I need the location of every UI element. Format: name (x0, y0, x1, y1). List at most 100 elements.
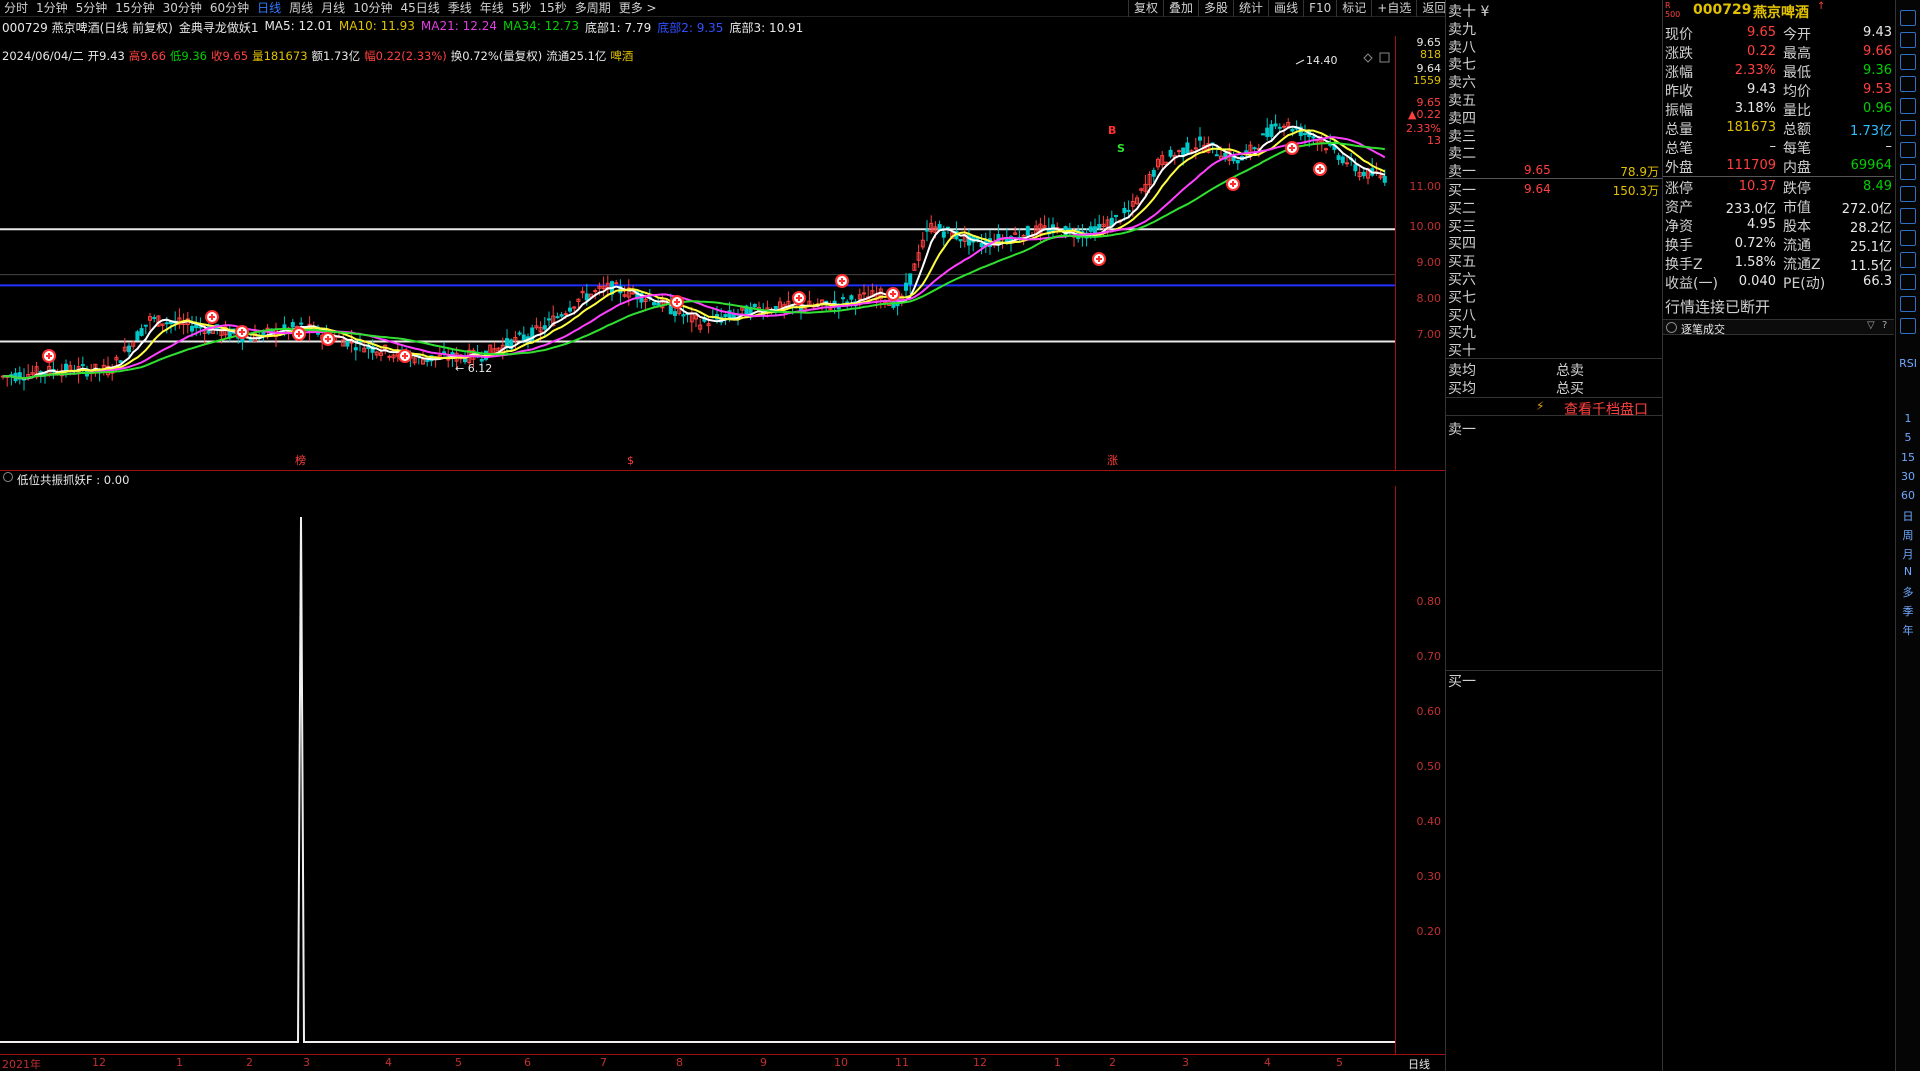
list-icon[interactable] (1900, 98, 1916, 114)
toolbar-action-button[interactable]: 统计 (1233, 0, 1268, 17)
window-icon[interactable] (1900, 164, 1916, 180)
period-label[interactable]: 日线 (1408, 1056, 1430, 1071)
sidebar-period-button[interactable]: 60 (1896, 489, 1920, 502)
timeframe-tab[interactable]: 45日线 (396, 0, 443, 17)
timeframe-tab[interactable]: 年线 (476, 0, 508, 17)
ask-level[interactable]: 卖七 (1448, 54, 1661, 73)
timeframe-tab[interactable]: 30分钟 (159, 0, 206, 17)
toolbar-action-button[interactable]: 画线 (1268, 0, 1303, 17)
quote-label: 收益(一) (1665, 276, 1718, 292)
toolbar-action-button[interactable]: 多股 (1198, 0, 1233, 17)
ask-level[interactable]: 卖二 (1448, 143, 1661, 162)
toolbar-action-button[interactable]: F10 (1303, 0, 1336, 17)
timeframe-tab[interactable]: 10分钟 (349, 0, 396, 17)
sidebar-period-button[interactable]: 15 (1896, 451, 1920, 464)
timeframe-tab[interactable]: 15秒 (535, 0, 570, 17)
indicator-toggle-icon[interactable] (3, 472, 13, 482)
layers-icon[interactable] (1900, 318, 1916, 334)
price-axis: 9.65 818 9.64 1559 9.65 ▲0.22 2.33% 13 11.00 10.0… (1395, 36, 1445, 470)
candlestick-chart[interactable]: BS 14.40 ← 6.12 榜 $ 涨 (0, 36, 1395, 470)
bid-level[interactable]: 买五 (1448, 251, 1661, 270)
globe-icon[interactable] (1900, 296, 1916, 312)
ma21-value: MA21: 12.24 (420, 19, 497, 33)
timeframe-tab[interactable]: 分时 (0, 0, 32, 17)
bid-level[interactable]: 买六 (1448, 269, 1661, 288)
ask-level[interactable]: 卖五 (1448, 90, 1661, 109)
quote-icon[interactable] (1900, 186, 1916, 202)
ask-level[interactable]: 卖九 (1448, 19, 1661, 38)
quote-row: 换手Z 1.58% 流通Z 11.5亿 (1665, 254, 1894, 274)
candle-body (1303, 132, 1307, 135)
chart-icon[interactable] (1900, 76, 1916, 92)
bid-level[interactable]: 买八 (1448, 305, 1661, 324)
toolbar-action-button[interactable]: 标记 (1336, 0, 1371, 17)
bid-level[interactable]: 买十 (1448, 340, 1661, 359)
indicator-name[interactable]: 金典寻龙做妖1 (179, 19, 259, 36)
quote-header: R 500 000729 燕京啤酒 ↑ (1665, 1, 1894, 21)
sidebar-period-button[interactable]: 周 (1896, 527, 1920, 543)
bid-level[interactable]: 买三 (1448, 216, 1661, 235)
grid-icon[interactable] (1900, 54, 1916, 70)
sidebar-period-button[interactable]: 5 (1896, 431, 1920, 444)
help-icon[interactable]: ? (1882, 320, 1887, 331)
arrow-up-icon[interactable] (1900, 10, 1916, 26)
indicator-chart[interactable] (0, 486, 1395, 1054)
timeframe-tab[interactable]: 季线 (444, 0, 476, 17)
sidebar-period-button[interactable]: 年 (1896, 622, 1920, 638)
report-icon[interactable] (1900, 208, 1916, 224)
info-icon[interactable]: ↑ (1817, 1, 1825, 12)
bid-level[interactable]: 买九 (1448, 322, 1661, 341)
sidebar-period-button[interactable]: 日 (1896, 508, 1920, 524)
help-icon[interactable] (1900, 274, 1916, 290)
timeframe-tab[interactable]: 多周期 (571, 0, 615, 17)
candle-body (152, 316, 157, 319)
toolbar-action-button[interactable]: +自选 (1371, 0, 1416, 17)
quote-value: 272.0亿 (1841, 202, 1892, 217)
timeframe-tab[interactable]: 5分钟 (72, 0, 112, 17)
timeframe-tab[interactable]: 月线 (317, 0, 349, 17)
trades-toggle-icon[interactable] (1666, 322, 1677, 333)
ask-level[interactable]: 卖三 (1448, 126, 1661, 145)
timeframe-tab[interactable]: 5秒 (508, 0, 536, 17)
bid-level[interactable]: 买七 (1448, 287, 1661, 306)
sidebar-period-button[interactable]: 1 (1896, 412, 1920, 425)
timeframe-tab[interactable]: 1分钟 (32, 0, 72, 17)
timeframe-tab[interactable]: 60分钟 (206, 0, 253, 17)
ask-level[interactable]: 卖十 ¥ (1448, 1, 1661, 20)
sidebar-period-button[interactable]: N (1896, 565, 1920, 578)
ask-level[interactable]: 卖一 9.65 78.9万 (1448, 161, 1661, 180)
toolbar-action-button[interactable]: 复权 (1128, 0, 1163, 17)
bid-level[interactable]: 买二 (1448, 198, 1661, 217)
sidebar-period-button[interactable]: 多 (1896, 584, 1920, 600)
b-signal-tag: B (1108, 124, 1116, 137)
news-icon[interactable] (1900, 230, 1916, 246)
filter-icon[interactable]: ▽ (1867, 320, 1875, 331)
quote-label: 今开 (1783, 27, 1811, 43)
timeframe-tab[interactable]: 日线 (253, 0, 285, 17)
timeframe-tab[interactable]: 更多 > (615, 0, 661, 17)
sidebar-period-button[interactable]: 30 (1896, 470, 1920, 483)
bid-level[interactable]: 买一 9.64 150.3万 (1448, 180, 1661, 199)
quote-value: 0.040 (1738, 274, 1776, 289)
sidebar-period-button[interactable]: 月 (1896, 546, 1920, 562)
calc-icon[interactable] (1900, 252, 1916, 268)
sidebar-period-button[interactable]: RSI (1896, 357, 1920, 370)
trend-icon[interactable] (1900, 120, 1916, 136)
ma-info-line: 000729 燕京啤酒(日线 前复权) 金典寻龙做妖1 MA5: 12.01 M… (2, 19, 803, 36)
indicator-axis: 0.80 0.70 0.60 0.50 0.40 0.30 0.20 (1395, 486, 1445, 1054)
indicator-tick: 0.70 (1416, 650, 1442, 663)
bid-level[interactable]: 买四 (1448, 233, 1661, 252)
ask-level[interactable]: 卖六 (1448, 72, 1661, 91)
toolbar-action-button[interactable]: 叠加 (1163, 0, 1198, 17)
total-sell-label: 总卖 (1556, 363, 1584, 379)
arrow-down-icon[interactable] (1900, 32, 1916, 48)
ask-level[interactable]: 卖八 (1448, 37, 1661, 56)
quote-value: 8.49 (1863, 179, 1892, 194)
timeframe-tab[interactable]: 周线 (285, 0, 317, 17)
stats-icon[interactable] (1900, 142, 1916, 158)
ask-level[interactable]: 卖四 (1448, 108, 1661, 127)
trades-header[interactable]: 逐笔成交 ▽ ? (1663, 319, 1894, 336)
sidebar-period-button[interactable]: 季 (1896, 603, 1920, 619)
timeframe-tab[interactable]: 15分钟 (111, 0, 158, 17)
view-depth-button[interactable]: ⚡ 查看千档盘口 (1446, 397, 1663, 418)
